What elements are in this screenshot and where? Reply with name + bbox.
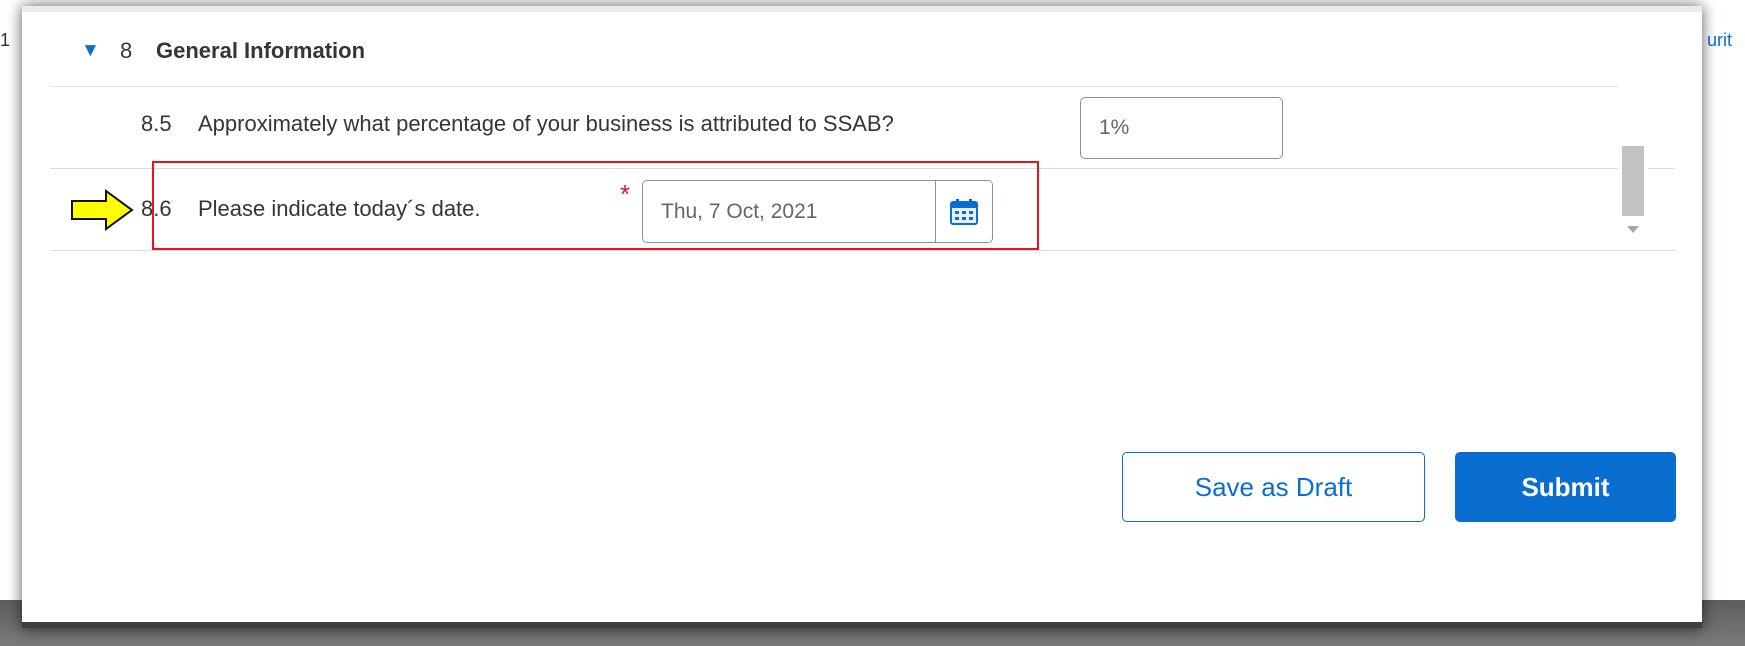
question-row-8-5: 8.5 Approximately what percentage of you…: [50, 87, 1675, 169]
question-text: Approximately what percentage of your bu…: [198, 111, 894, 136]
question-text: Please indicate today´s date.: [198, 196, 481, 221]
background-link-right[interactable]: urit: [1707, 30, 1745, 51]
question-number: 8.5: [141, 111, 172, 136]
question-row-8-6: 8.6 Please indicate today´s date. *: [50, 169, 1675, 251]
section-number: 8: [120, 38, 133, 63]
calendar-icon: [950, 198, 978, 225]
collapse-caret-icon[interactable]: ▼: [81, 40, 100, 62]
date-input[interactable]: [643, 181, 933, 242]
percentage-input[interactable]: [1080, 97, 1283, 159]
save-as-draft-button[interactable]: Save as Draft: [1122, 452, 1425, 522]
date-picker: [642, 180, 993, 243]
vertical-scrollbar[interactable]: [1618, 12, 1648, 250]
calendar-button[interactable]: [935, 181, 992, 242]
section-title: General Information: [156, 38, 366, 63]
questions-scroll-area: ▼ 8 General Information 8.5 Approximatel…: [50, 12, 1675, 251]
required-indicator: *: [620, 179, 631, 209]
annotation-arrow-icon: [71, 189, 134, 231]
section-header[interactable]: ▼ 8 General Information: [50, 12, 1642, 87]
scrollbar-thumb[interactable]: [1622, 146, 1644, 216]
submit-button[interactable]: Submit: [1455, 452, 1676, 522]
background-text-left: 1: [0, 30, 11, 50]
scroll-down-arrow-icon[interactable]: [1627, 226, 1639, 233]
questionnaire-dialog: ▼ 8 General Information 8.5 Approximatel…: [22, 6, 1702, 628]
question-number: 8.6: [141, 196, 172, 221]
